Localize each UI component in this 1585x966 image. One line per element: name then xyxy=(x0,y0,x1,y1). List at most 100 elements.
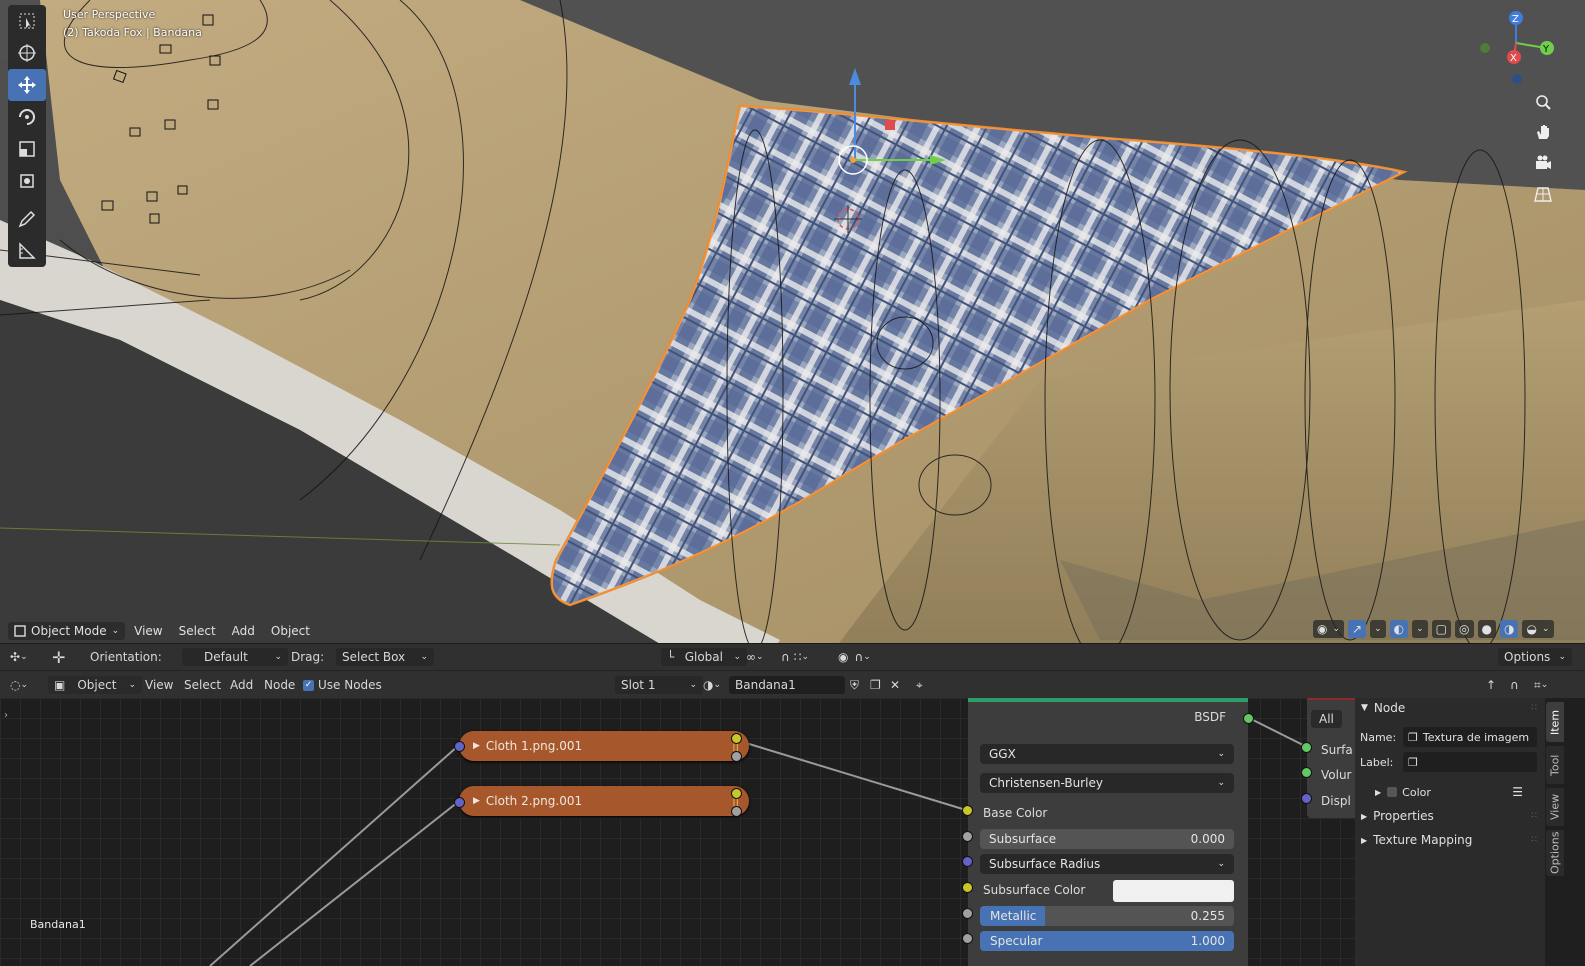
subsurface-socket[interactable] xyxy=(962,831,973,842)
subsurface-method-dropdown[interactable]: Christensen-Burley ⌄ xyxy=(980,773,1234,793)
editor-type-dropdown[interactable]: ◌ ⌄ xyxy=(10,676,28,694)
alpha-output-socket[interactable] xyxy=(731,751,742,762)
list-icon[interactable]: ☰ xyxy=(1512,785,1523,799)
pan-button[interactable] xyxy=(1530,119,1556,145)
axis-navigation-gizmo[interactable]: Z Y X xyxy=(1478,8,1568,88)
annotate-tool[interactable] xyxy=(8,203,46,235)
shading-rendered[interactable]: ◒ ⌄ xyxy=(1522,620,1554,638)
scale-tool[interactable] xyxy=(8,133,46,165)
tab-options[interactable]: Options xyxy=(1546,830,1564,876)
node-menu-view[interactable]: View xyxy=(145,676,173,694)
node-name-field[interactable]: ❐ Textura de imagem xyxy=(1403,727,1537,747)
mode-dropdown[interactable]: Object Mode ⌄ xyxy=(8,622,126,640)
options-dropdown[interactable]: Options ⌄ xyxy=(1498,648,1572,666)
color-output-socket[interactable] xyxy=(731,733,742,744)
node-label-field[interactable]: ❐ xyxy=(1403,752,1537,772)
slot-dropdown[interactable]: Slot 1 ⌄ xyxy=(615,676,703,694)
displacement-socket[interactable] xyxy=(1301,793,1312,804)
color-subpanel-header[interactable]: ▶ Color ☰ xyxy=(1355,782,1545,802)
texture-mapping-panel-header[interactable]: ▶ Texture Mapping ∷ xyxy=(1355,830,1545,850)
overlay-dropdown[interactable]: ⌄ xyxy=(1412,620,1428,638)
node-menu-node[interactable]: Node xyxy=(264,676,295,694)
parent-node-tree-button[interactable]: ↑ xyxy=(1486,676,1496,694)
subsurface-color-swatch[interactable] xyxy=(1113,880,1234,902)
subsurface-radius-socket[interactable] xyxy=(962,856,973,867)
color-output-socket[interactable] xyxy=(731,788,742,799)
tab-view[interactable]: View xyxy=(1546,788,1564,826)
vector-input-socket[interactable] xyxy=(454,797,465,808)
subsurface-radius-dropdown[interactable]: Subsurface Radius ⌄ xyxy=(980,854,1234,874)
image-texture-node-1[interactable]: ▶ Cloth 1.png.001 || xyxy=(459,731,749,761)
tab-item[interactable]: Item xyxy=(1546,702,1564,742)
menu-object[interactable]: Object xyxy=(264,622,317,640)
orientation-dropdown[interactable]: Default ⌄ xyxy=(182,648,288,666)
principled-bsdf-node[interactable]: BSDF GGX ⌄ Christensen-Burley ⌄ Base Col… xyxy=(968,698,1248,966)
pivot-point-dropdown[interactable]: ∞ ⌄ xyxy=(746,648,764,666)
move-tool[interactable] xyxy=(8,69,46,101)
select-box-tool[interactable] xyxy=(8,5,46,37)
duplicate-material-button[interactable]: ❐ xyxy=(870,676,881,694)
menu-select[interactable]: Select xyxy=(172,622,223,640)
material-browse-button[interactable]: ◑ ⌄ xyxy=(703,676,721,694)
vector-input-socket[interactable] xyxy=(454,741,465,752)
output-target-dropdown[interactable]: All xyxy=(1311,710,1342,728)
menu-add[interactable]: Add xyxy=(225,622,262,640)
measure-tool[interactable] xyxy=(8,235,46,267)
shading-material[interactable]: ◑ xyxy=(1499,620,1519,638)
xray-toggle[interactable]: ▢ xyxy=(1431,620,1452,638)
perspective-toggle-button[interactable] xyxy=(1530,181,1556,207)
alpha-output-socket[interactable] xyxy=(731,806,742,817)
shading-wireframe[interactable]: ◎ xyxy=(1455,620,1474,638)
shading-solid[interactable]: ● xyxy=(1477,620,1496,638)
node-menu-select[interactable]: Select xyxy=(184,676,221,694)
material-name-field[interactable]: Bandana1 xyxy=(729,676,845,694)
color-checkbox[interactable] xyxy=(1387,787,1398,797)
node-editor-canvas[interactable]: › ▶ Cloth 1.png.001 || ▶ Cloth 2.png.001… xyxy=(0,698,1355,966)
gizmo-dropdown[interactable]: ⌄ xyxy=(1370,620,1386,638)
distribution-dropdown[interactable]: GGX ⌄ xyxy=(980,744,1234,764)
volume-socket[interactable] xyxy=(1301,767,1312,778)
use-nodes-checkbox[interactable]: ✓ Use Nodes xyxy=(303,676,382,694)
subsurface-field[interactable]: Subsurface 0.000 xyxy=(980,829,1234,849)
snap-toggle[interactable]: ∩ ∷ ⌄ xyxy=(781,648,809,666)
gizmo-toggle[interactable]: ↗ xyxy=(1348,620,1367,638)
transform-pivot-dropdown[interactable]: ✣ ⌄ xyxy=(10,648,28,666)
cursor-tool[interactable] xyxy=(8,37,46,69)
subsurface-color-socket[interactable] xyxy=(962,882,973,893)
expand-arrow-icon[interactable]: ▶ xyxy=(473,796,480,806)
properties-panel-header[interactable]: ▶ Properties ∷ xyxy=(1355,806,1545,826)
zoom-button[interactable] xyxy=(1530,89,1556,115)
material-output-node[interactable]: All Surfa Volur Displ xyxy=(1307,698,1355,818)
tab-tool[interactable]: Tool xyxy=(1546,746,1564,784)
snap-node-toggle[interactable]: ∩ xyxy=(1510,676,1519,694)
bsdf-output-socket[interactable] xyxy=(1243,713,1254,724)
snap-node-dropdown[interactable]: ⌗ ⌄ xyxy=(1534,676,1548,694)
proportional-edit-toggle[interactable]: ◉ ∩ ⌄ xyxy=(838,648,871,666)
overlay-toggle[interactable]: ◐ xyxy=(1389,620,1409,638)
camera-view-button[interactable] xyxy=(1530,150,1556,176)
pin-button[interactable]: ⌖ xyxy=(916,676,923,694)
visibility-dropdown[interactable]: ◉ ⌄ xyxy=(1313,620,1345,638)
menu-view[interactable]: View xyxy=(127,622,169,640)
base-color-socket[interactable] xyxy=(962,805,973,816)
rotate-tool[interactable] xyxy=(8,101,46,133)
transform-tool[interactable] xyxy=(8,165,46,197)
magnet-icon: ∩ xyxy=(1510,678,1519,692)
unlink-material-button[interactable]: ✕ xyxy=(890,676,900,694)
drag-dropdown[interactable]: Select Box ⌄ xyxy=(336,648,434,666)
image-texture-node-2[interactable]: ▶ Cloth 2.png.001 || xyxy=(459,786,749,816)
specular-slider[interactable]: Specular 1.000 xyxy=(980,931,1234,951)
metallic-socket[interactable] xyxy=(962,908,973,919)
node-menu-add[interactable]: Add xyxy=(230,676,253,694)
name-field-label: Name: xyxy=(1360,730,1397,744)
node-section-header[interactable]: ▼ Node ∷ xyxy=(1355,698,1545,718)
expand-arrow-icon[interactable]: ▶ xyxy=(473,741,480,751)
collapse-arrow-icon[interactable]: › xyxy=(4,710,8,721)
metallic-slider[interactable]: Metallic 0.255 xyxy=(980,906,1234,926)
specular-socket[interactable] xyxy=(962,933,973,944)
shader-type-dropdown[interactable]: ▣ Object ⌄ xyxy=(48,676,142,694)
3d-viewport[interactable]: User Perspective (2) Takoda Fox | Bandan… xyxy=(0,0,1585,668)
fake-user-button[interactable]: ⛨ xyxy=(850,676,859,694)
transform-space-dropdown[interactable]: └ Global ⌄ xyxy=(661,648,747,666)
surface-socket[interactable] xyxy=(1301,742,1312,753)
